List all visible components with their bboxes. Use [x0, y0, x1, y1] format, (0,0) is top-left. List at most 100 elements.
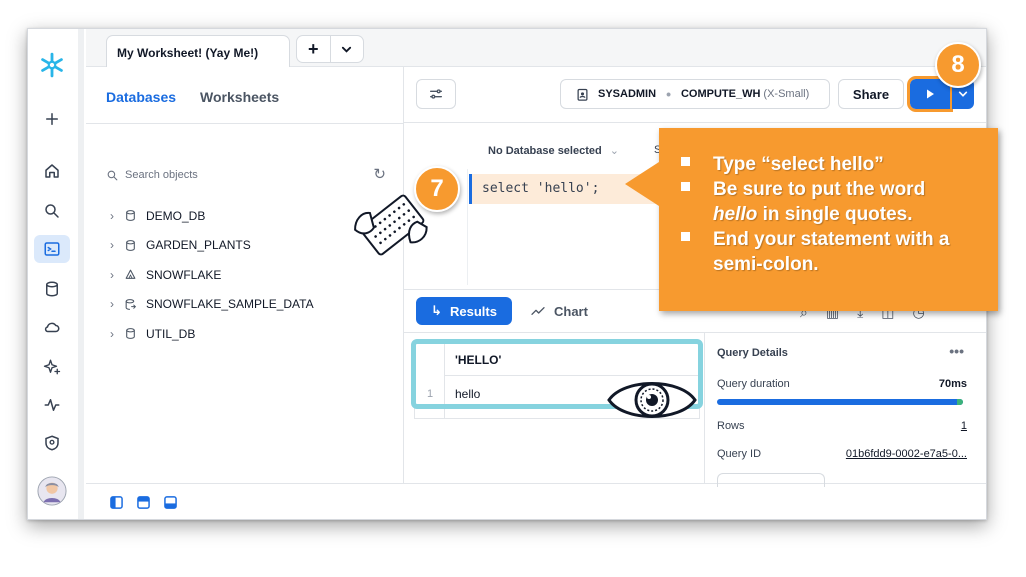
rows-value[interactable]: 1	[961, 420, 967, 432]
database-tree: › DEMO_DB › GARDEN_PLANTS › SNOWFLAKE › …	[110, 201, 314, 349]
left-rail	[28, 29, 76, 519]
admin-shield-icon[interactable]	[34, 429, 70, 457]
more-icon[interactable]: •••	[949, 343, 964, 359]
tree-item-label: GARDEN_PLANTS	[146, 238, 251, 253]
callout-line: Be sure to put the word	[679, 177, 986, 202]
typing-hands-icon	[354, 194, 428, 256]
query-id-row: Query ID 01b6fdd9-0002-e7a5-0...	[717, 448, 967, 460]
filter-button[interactable]	[416, 79, 456, 109]
tab-results[interactable]: ↳ Results	[416, 297, 512, 325]
role-warehouse-selector[interactable]: SYSADMIN • COMPUTE_WH (X-Small)	[560, 79, 830, 109]
chevron-down-icon: ⌄	[609, 145, 619, 157]
query-duration-label: Query duration	[717, 378, 790, 390]
rows-row: Rows 1	[717, 420, 967, 432]
query-id-label: Query ID	[717, 448, 762, 460]
editor-toolbar: SYSADMIN • COMPUTE_WH (X-Small) Share	[404, 67, 986, 123]
results-label: Results	[449, 303, 497, 319]
query-duration-bar	[717, 399, 963, 405]
chevron-right-icon: ›	[110, 238, 114, 253]
tree-item-label: SNOWFLAKE_SAMPLE_DATA	[146, 297, 314, 312]
callout-line-continued: semi-colon.	[713, 254, 819, 275]
tree-item-garden-plants[interactable]: › GARDEN_PLANTS	[110, 231, 314, 261]
database-icon	[124, 209, 146, 222]
chevron-right-icon: ›	[110, 267, 114, 282]
layout-bar	[86, 483, 986, 519]
layout-left-panel-icon[interactable]	[110, 496, 123, 509]
chevron-down-icon	[342, 46, 352, 53]
database-icon	[124, 239, 146, 252]
search-icon[interactable]	[34, 197, 70, 225]
search-placeholder: Search objects	[125, 169, 198, 181]
tree-item-label: SNOWFLAKE	[146, 267, 222, 282]
callout-line: Type “select hello”	[679, 152, 986, 177]
callout-text: in single quotes.	[757, 204, 913, 225]
instruction-callout: Type “select hello” Be sure to put the w…	[625, 128, 998, 311]
chevron-right-icon: ›	[110, 208, 114, 223]
rail-scrollbar[interactable]	[78, 29, 84, 519]
share-button[interactable]: Share	[838, 79, 904, 109]
eye-icon	[607, 382, 697, 418]
worksheets-icon[interactable]	[34, 235, 70, 263]
chevron-right-icon: ›	[110, 326, 114, 341]
return-arrow-icon: ↳	[431, 303, 442, 318]
separator-dot: •	[666, 86, 671, 102]
tab-chart[interactable]: Chart	[530, 297, 588, 325]
chevron-right-icon: ›	[110, 297, 114, 312]
callout-line-continued: hello in single quotes.	[679, 202, 986, 227]
warehouse-name: COMPUTE_WH	[680, 88, 761, 100]
object-explorer: Databases Worksheets Search objects ↻ › …	[86, 67, 404, 483]
tab-databases[interactable]: Databases	[106, 89, 176, 105]
database-selector[interactable]: No Database selected ⌄	[488, 144, 619, 157]
tree-item-label: UTIL_DB	[146, 326, 196, 341]
imported-database-icon	[124, 298, 146, 311]
database-selector-label: No Database selected	[488, 145, 602, 157]
tab-worksheets[interactable]: Worksheets	[200, 89, 279, 105]
layout-top-panel-icon[interactable]	[137, 496, 150, 509]
worksheet-tabstrip: My Worksheet! (Yay Me!) +	[86, 29, 986, 68]
role-badge-icon	[577, 88, 588, 101]
cloud-icon[interactable]	[34, 313, 70, 341]
tree-item-util-db[interactable]: › UTIL_DB	[110, 319, 314, 349]
database-icon	[124, 327, 146, 340]
add-tab-button[interactable]: +	[297, 36, 330, 62]
query-details-title: Query Details	[717, 347, 788, 359]
tab-actions: +	[296, 35, 364, 63]
step-badge-8: 8	[935, 42, 981, 88]
query-duration-value: 70ms	[938, 378, 967, 390]
query-details-panel: Query Details ••• Query duration 70ms Ro…	[704, 333, 986, 487]
line-chart-icon	[531, 307, 545, 315]
refresh-icon[interactable]: ↻	[373, 165, 386, 183]
rows-label: Rows	[717, 420, 745, 432]
editor-gutter	[467, 169, 468, 285]
shared-database-icon	[124, 268, 146, 281]
snowflake-logo-icon[interactable]	[34, 51, 70, 79]
user-avatar[interactable]	[34, 473, 70, 509]
chevron-down-icon	[958, 91, 968, 97]
sparkle-icon[interactable]	[34, 353, 70, 381]
tree-item-demo-db[interactable]: › DEMO_DB	[110, 201, 314, 231]
tree-item-snowflake[interactable]: › SNOWFLAKE	[110, 260, 314, 290]
show-more-button[interactable]	[717, 473, 825, 487]
query-id-value[interactable]: 01b6fdd9-0002-e7a5-0...	[846, 448, 967, 460]
chart-label: Chart	[554, 303, 588, 319]
role-name: SYSADMIN	[598, 88, 657, 100]
tree-item-snowflake-sample-data[interactable]: › SNOWFLAKE_SAMPLE_DATA	[110, 290, 314, 320]
tree-item-label: DEMO_DB	[146, 208, 206, 223]
explorer-tabs: Databases Worksheets	[106, 89, 279, 105]
layout-bottom-panel-icon[interactable]	[164, 496, 177, 509]
worksheet-tab[interactable]: My Worksheet! (Yay Me!)	[106, 35, 290, 68]
sliders-icon	[430, 89, 442, 99]
plus-icon[interactable]	[34, 105, 70, 133]
callout-line: End your statement with a	[679, 227, 986, 252]
search-objects-input[interactable]: Search objects ↻	[106, 165, 386, 185]
search-icon	[107, 170, 118, 180]
play-icon	[927, 89, 934, 99]
query-duration-row: Query duration 70ms	[717, 378, 967, 390]
tab-dropdown-button[interactable]	[329, 36, 364, 62]
warehouse-size: (X-Small)	[763, 88, 810, 100]
activity-icon[interactable]	[34, 391, 70, 419]
home-icon[interactable]	[34, 157, 70, 185]
callout-emphasis: hello	[713, 204, 758, 225]
divider	[86, 123, 403, 124]
database-icon[interactable]	[34, 275, 70, 303]
